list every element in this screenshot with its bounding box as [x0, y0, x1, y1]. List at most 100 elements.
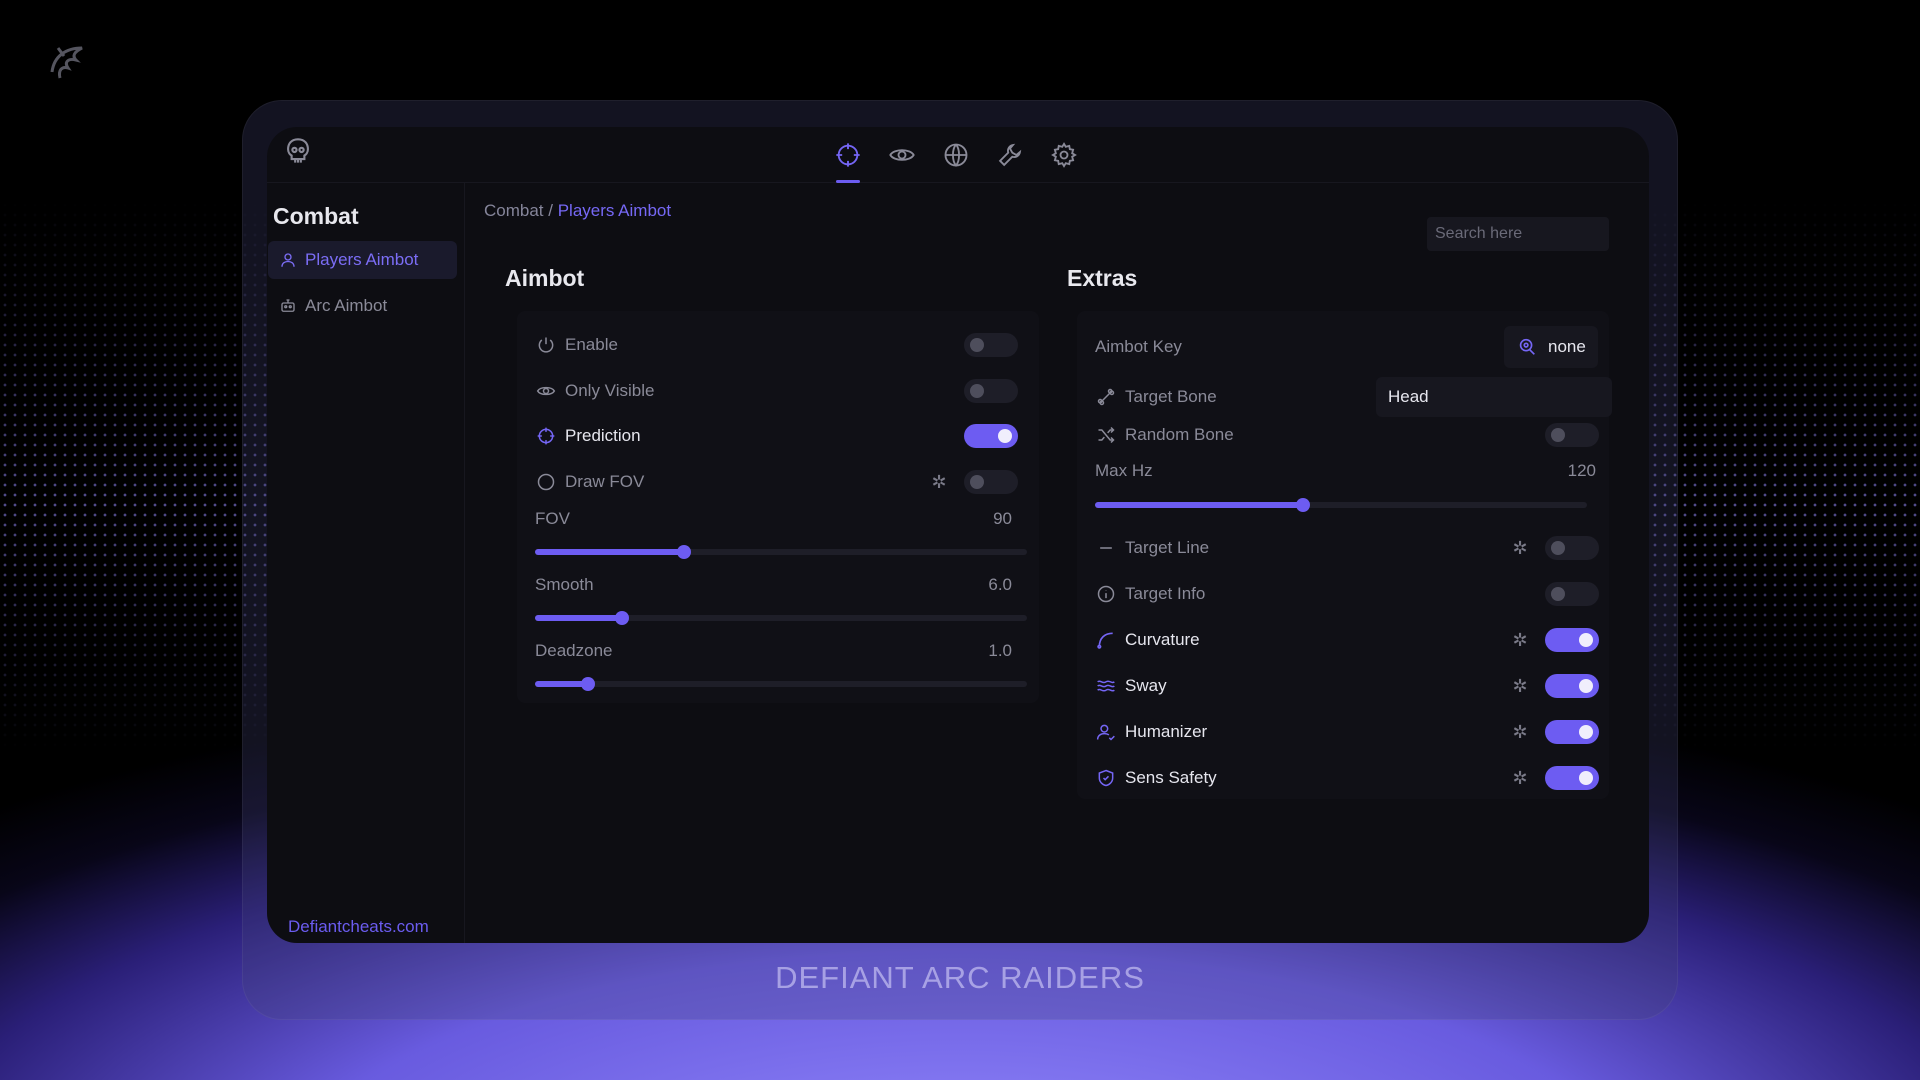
smooth-label: Smooth	[535, 575, 594, 594]
aimbot-panel: Enable Only Visible Prediction Draw FOV …	[517, 311, 1039, 703]
smooth-slider[interactable]	[535, 611, 1027, 625]
sidebar-item-label: Players Aimbot	[305, 250, 419, 269]
brand-footer: DEFIANT ARC RAIDERS	[775, 960, 1145, 995]
sidebar-item-arc-aimbot[interactable]: Arc Aimbot	[268, 287, 457, 325]
gear-icon	[1051, 142, 1077, 168]
humanizer-toggle[interactable]	[1545, 720, 1599, 744]
person-icon	[1095, 721, 1117, 743]
wrench-icon	[998, 143, 1022, 167]
max-hz-value: 120	[1567, 461, 1596, 480]
sway-settings-icon[interactable]: ✲	[1509, 675, 1531, 697]
toggle-row-draw-fov: Draw FOV	[535, 467, 644, 497]
breadcrumb-current: Players Aimbot	[557, 201, 672, 220]
deadzone-slider-handle[interactable]	[581, 677, 595, 691]
aimbot-key-button[interactable]: none	[1504, 326, 1598, 368]
toggle-row-humanizer: Humanizer	[1095, 717, 1207, 747]
nav-tab-visuals[interactable]	[885, 127, 919, 183]
sidebar-item-players-aimbot[interactable]: Players Aimbot	[268, 241, 457, 279]
deadzone-slider[interactable]	[535, 677, 1027, 691]
aimbot-key-value: none	[1548, 337, 1586, 356]
wave-icon	[1095, 675, 1117, 697]
breadcrumb-root[interactable]: Combat	[484, 201, 544, 220]
target-line-settings-icon[interactable]: ✲	[1509, 537, 1531, 559]
aimbot-key-row: Aimbot Key	[1095, 332, 1182, 362]
eye-icon	[889, 149, 915, 161]
toggle-label: Sens Safety	[1125, 768, 1217, 787]
search-input[interactable]	[1427, 217, 1609, 251]
eye-icon	[535, 380, 557, 402]
curvature-settings-icon[interactable]: ✲	[1509, 629, 1531, 651]
toggle-label: Draw FOV	[565, 472, 645, 491]
dragon-logo-icon	[44, 38, 90, 84]
max-hz-slider-handle[interactable]	[1296, 498, 1310, 512]
toggle-row-enable: Enable	[535, 330, 618, 360]
nav-tab-settings[interactable]	[1047, 127, 1081, 183]
toggle-label: Target Info	[1125, 584, 1206, 603]
toggle-row-target-line: Target Line	[1095, 533, 1209, 563]
toggle-row-sway: Sway	[1095, 671, 1167, 701]
skull-icon	[281, 135, 315, 169]
top-nav	[831, 127, 1081, 183]
sidebar: Combat Players Aimbot Arc Aimbot Defiant…	[267, 183, 465, 943]
main-content: Combat / Players Aimbot Aimbot Enable On…	[465, 183, 1649, 943]
aimbot-title: Aimbot	[505, 265, 585, 291]
toggle-label: Humanizer	[1125, 722, 1208, 741]
nav-tab-combat[interactable]	[831, 127, 865, 183]
sens-safety-toggle[interactable]	[1545, 766, 1599, 790]
random-bone-label: Random Bone	[1125, 425, 1234, 444]
humanizer-settings-icon[interactable]: ✲	[1509, 721, 1531, 743]
shuffle-icon	[1095, 424, 1117, 446]
toggle-row-sens-safety: Sens Safety	[1095, 763, 1217, 793]
nav-tab-world[interactable]	[939, 127, 973, 183]
sidebar-item-label: Arc Aimbot	[305, 296, 388, 315]
curve-icon	[1095, 629, 1117, 651]
toggle-label: Sway	[1125, 676, 1167, 695]
bone-icon	[1095, 386, 1117, 408]
target-line-toggle[interactable]	[1545, 536, 1599, 560]
user-icon	[281, 253, 295, 267]
globe-icon	[944, 143, 968, 167]
prediction-toggle[interactable]	[964, 424, 1018, 448]
shield-icon	[1095, 767, 1117, 789]
toggle-row-target-info: Target Info	[1095, 579, 1205, 609]
breadcrumb: Combat / Players Aimbot	[484, 201, 671, 221]
smooth-slider-handle[interactable]	[615, 611, 629, 625]
toggle-row-curvature: Curvature	[1095, 625, 1200, 655]
target-bone-row: Target Bone	[1095, 382, 1217, 412]
circle-icon	[535, 471, 557, 493]
draw-fov-settings-icon[interactable]: ✲	[928, 471, 950, 493]
smooth-value: 6.0	[988, 575, 1012, 594]
fov-slider-handle[interactable]	[677, 545, 691, 559]
cheat-menu-window: Combat Players Aimbot Arc Aimbot Defiant…	[267, 127, 1649, 943]
crosshair-icon	[535, 425, 557, 447]
sidebar-title: Combat	[273, 203, 359, 229]
max-hz-slider[interactable]	[1095, 498, 1587, 512]
robot-icon	[281, 299, 295, 312]
target-bone-label: Target Bone	[1125, 387, 1217, 406]
top-bar	[267, 127, 1649, 183]
only-visible-toggle[interactable]	[964, 379, 1018, 403]
target-bone-select[interactable]: Head	[1376, 377, 1612, 417]
enable-toggle[interactable]	[964, 333, 1018, 357]
fov-slider[interactable]	[535, 545, 1027, 559]
curvature-toggle[interactable]	[1545, 628, 1599, 652]
sway-toggle[interactable]	[1545, 674, 1599, 698]
target-info-toggle[interactable]	[1545, 582, 1599, 606]
random-bone-toggle[interactable]	[1545, 423, 1599, 447]
line-icon	[1095, 537, 1117, 559]
toggle-label: Only Visible	[565, 381, 655, 400]
deadzone-label: Deadzone	[535, 641, 613, 660]
nav-tab-misc[interactable]	[993, 127, 1027, 183]
draw-fov-toggle[interactable]	[964, 470, 1018, 494]
crosshair-icon	[836, 143, 860, 167]
site-link[interactable]: Defiantcheats.com	[288, 917, 429, 937]
info-icon	[1095, 583, 1117, 605]
keyboard-icon	[1519, 338, 1535, 355]
random-bone-row: Random Bone	[1095, 420, 1234, 450]
toggle-label: Enable	[565, 335, 618, 354]
breadcrumb-separator: /	[543, 201, 558, 220]
deadzone-value: 1.0	[988, 641, 1012, 660]
max-hz-label: Max Hz	[1095, 461, 1153, 480]
sens-safety-settings-icon[interactable]: ✲	[1509, 767, 1531, 789]
toggle-label: Target Line	[1125, 538, 1210, 557]
